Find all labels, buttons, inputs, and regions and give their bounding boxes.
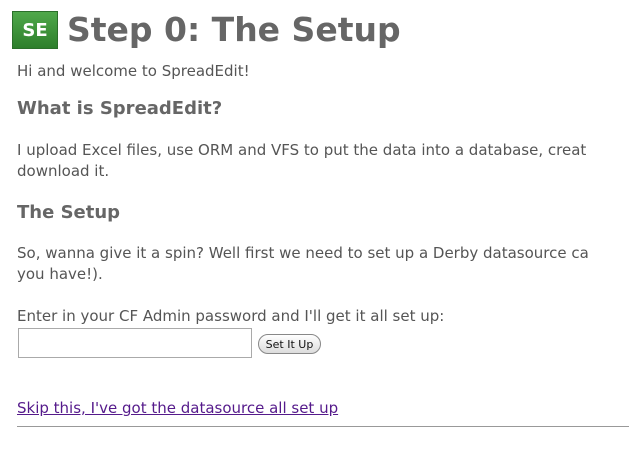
- setup-description-line1: So, wanna give it a spin? Well first we …: [17, 244, 589, 262]
- logo-text: SE: [22, 19, 48, 41]
- setup-description-line2: you have!).: [17, 265, 103, 283]
- spreadedit-logo: SE: [12, 11, 58, 49]
- what-heading: What is SpreadEdit?: [17, 98, 223, 119]
- page-header: SE Step 0: The Setup: [12, 10, 401, 50]
- password-prompt: Enter in your CF Admin password and I'll…: [17, 307, 445, 325]
- skip-setup-link[interactable]: Skip this, I've got the datasource all s…: [17, 399, 338, 417]
- set-it-up-button[interactable]: Set It Up: [258, 334, 321, 354]
- admin-password-input[interactable]: [18, 328, 252, 358]
- divider: [17, 426, 629, 427]
- what-description-line1: I upload Excel files, use ORM and VFS to…: [17, 141, 587, 159]
- what-description-line2: download it.: [17, 162, 110, 180]
- page: SE Step 0: The Setup Hi and welcome to S…: [0, 0, 629, 458]
- page-title: Step 0: The Setup: [67, 10, 401, 49]
- intro-text: Hi and welcome to SpreadEdit!: [17, 62, 250, 80]
- setup-heading: The Setup: [17, 202, 121, 223]
